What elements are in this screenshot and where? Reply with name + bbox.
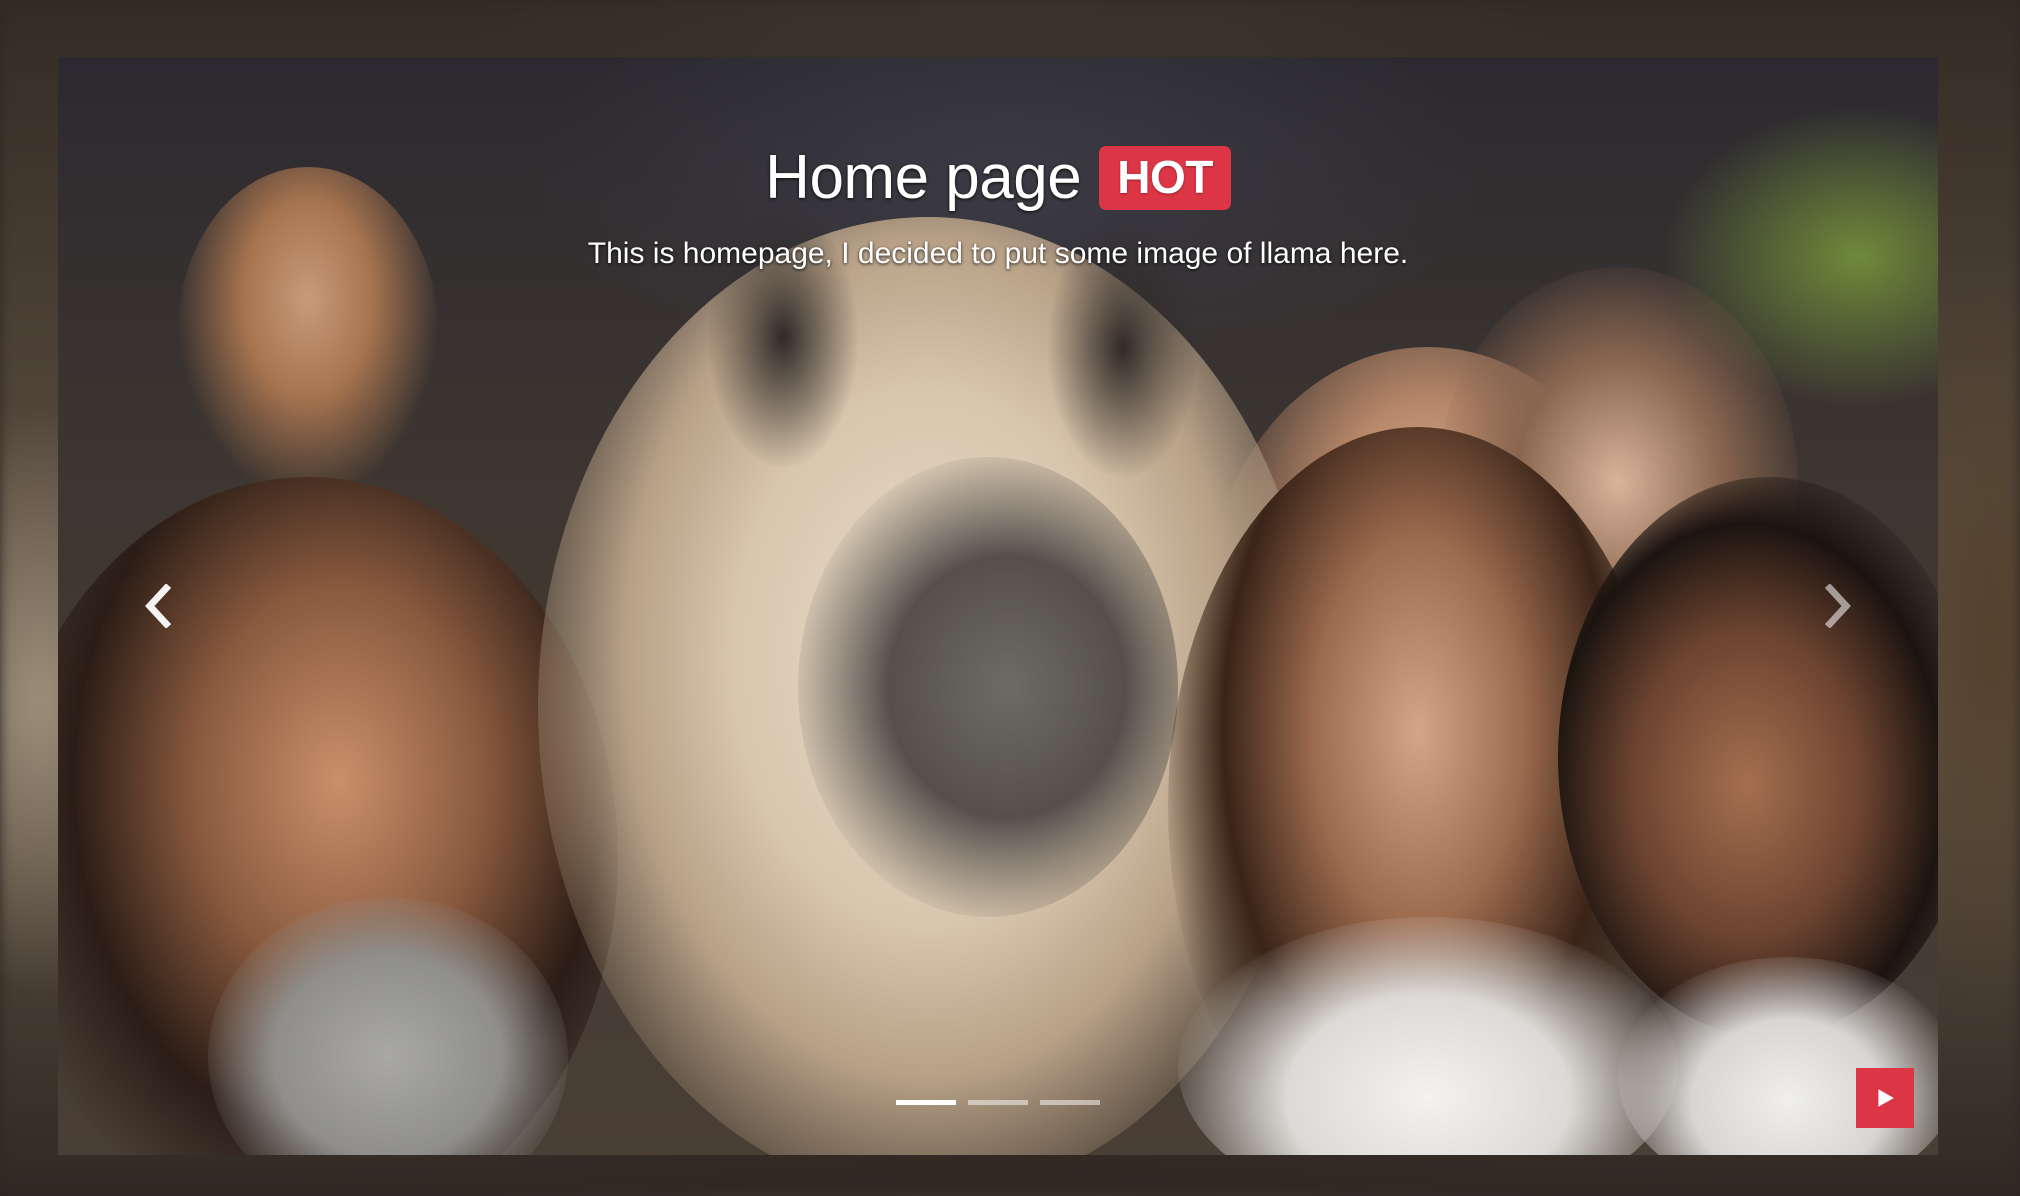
carousel-indicators (58, 1100, 1938, 1105)
slide-subtitle: This is homepage, I decided to put some … (587, 237, 1409, 270)
slide-title-text: Home page (765, 143, 1082, 212)
hot-badge: HOT (1099, 145, 1231, 210)
carousel-next-button[interactable] (1738, 57, 1938, 1155)
carousel-prev-button[interactable] (58, 57, 258, 1155)
play-button[interactable] (1856, 1068, 1914, 1128)
chevron-right-icon (1824, 584, 1851, 628)
carousel-indicator-2[interactable] (968, 1100, 1028, 1105)
carousel-indicator-3[interactable] (1040, 1100, 1100, 1105)
slide-title: Home page HOT (765, 142, 1231, 213)
slide-caption: Home page HOT This is homepage, I decide… (58, 142, 1938, 271)
image-carousel: Home page HOT This is homepage, I decide… (58, 57, 1938, 1155)
play-icon (1878, 1089, 1894, 1107)
carousel-indicator-1[interactable] (896, 1100, 956, 1105)
chevron-left-icon (145, 584, 172, 628)
